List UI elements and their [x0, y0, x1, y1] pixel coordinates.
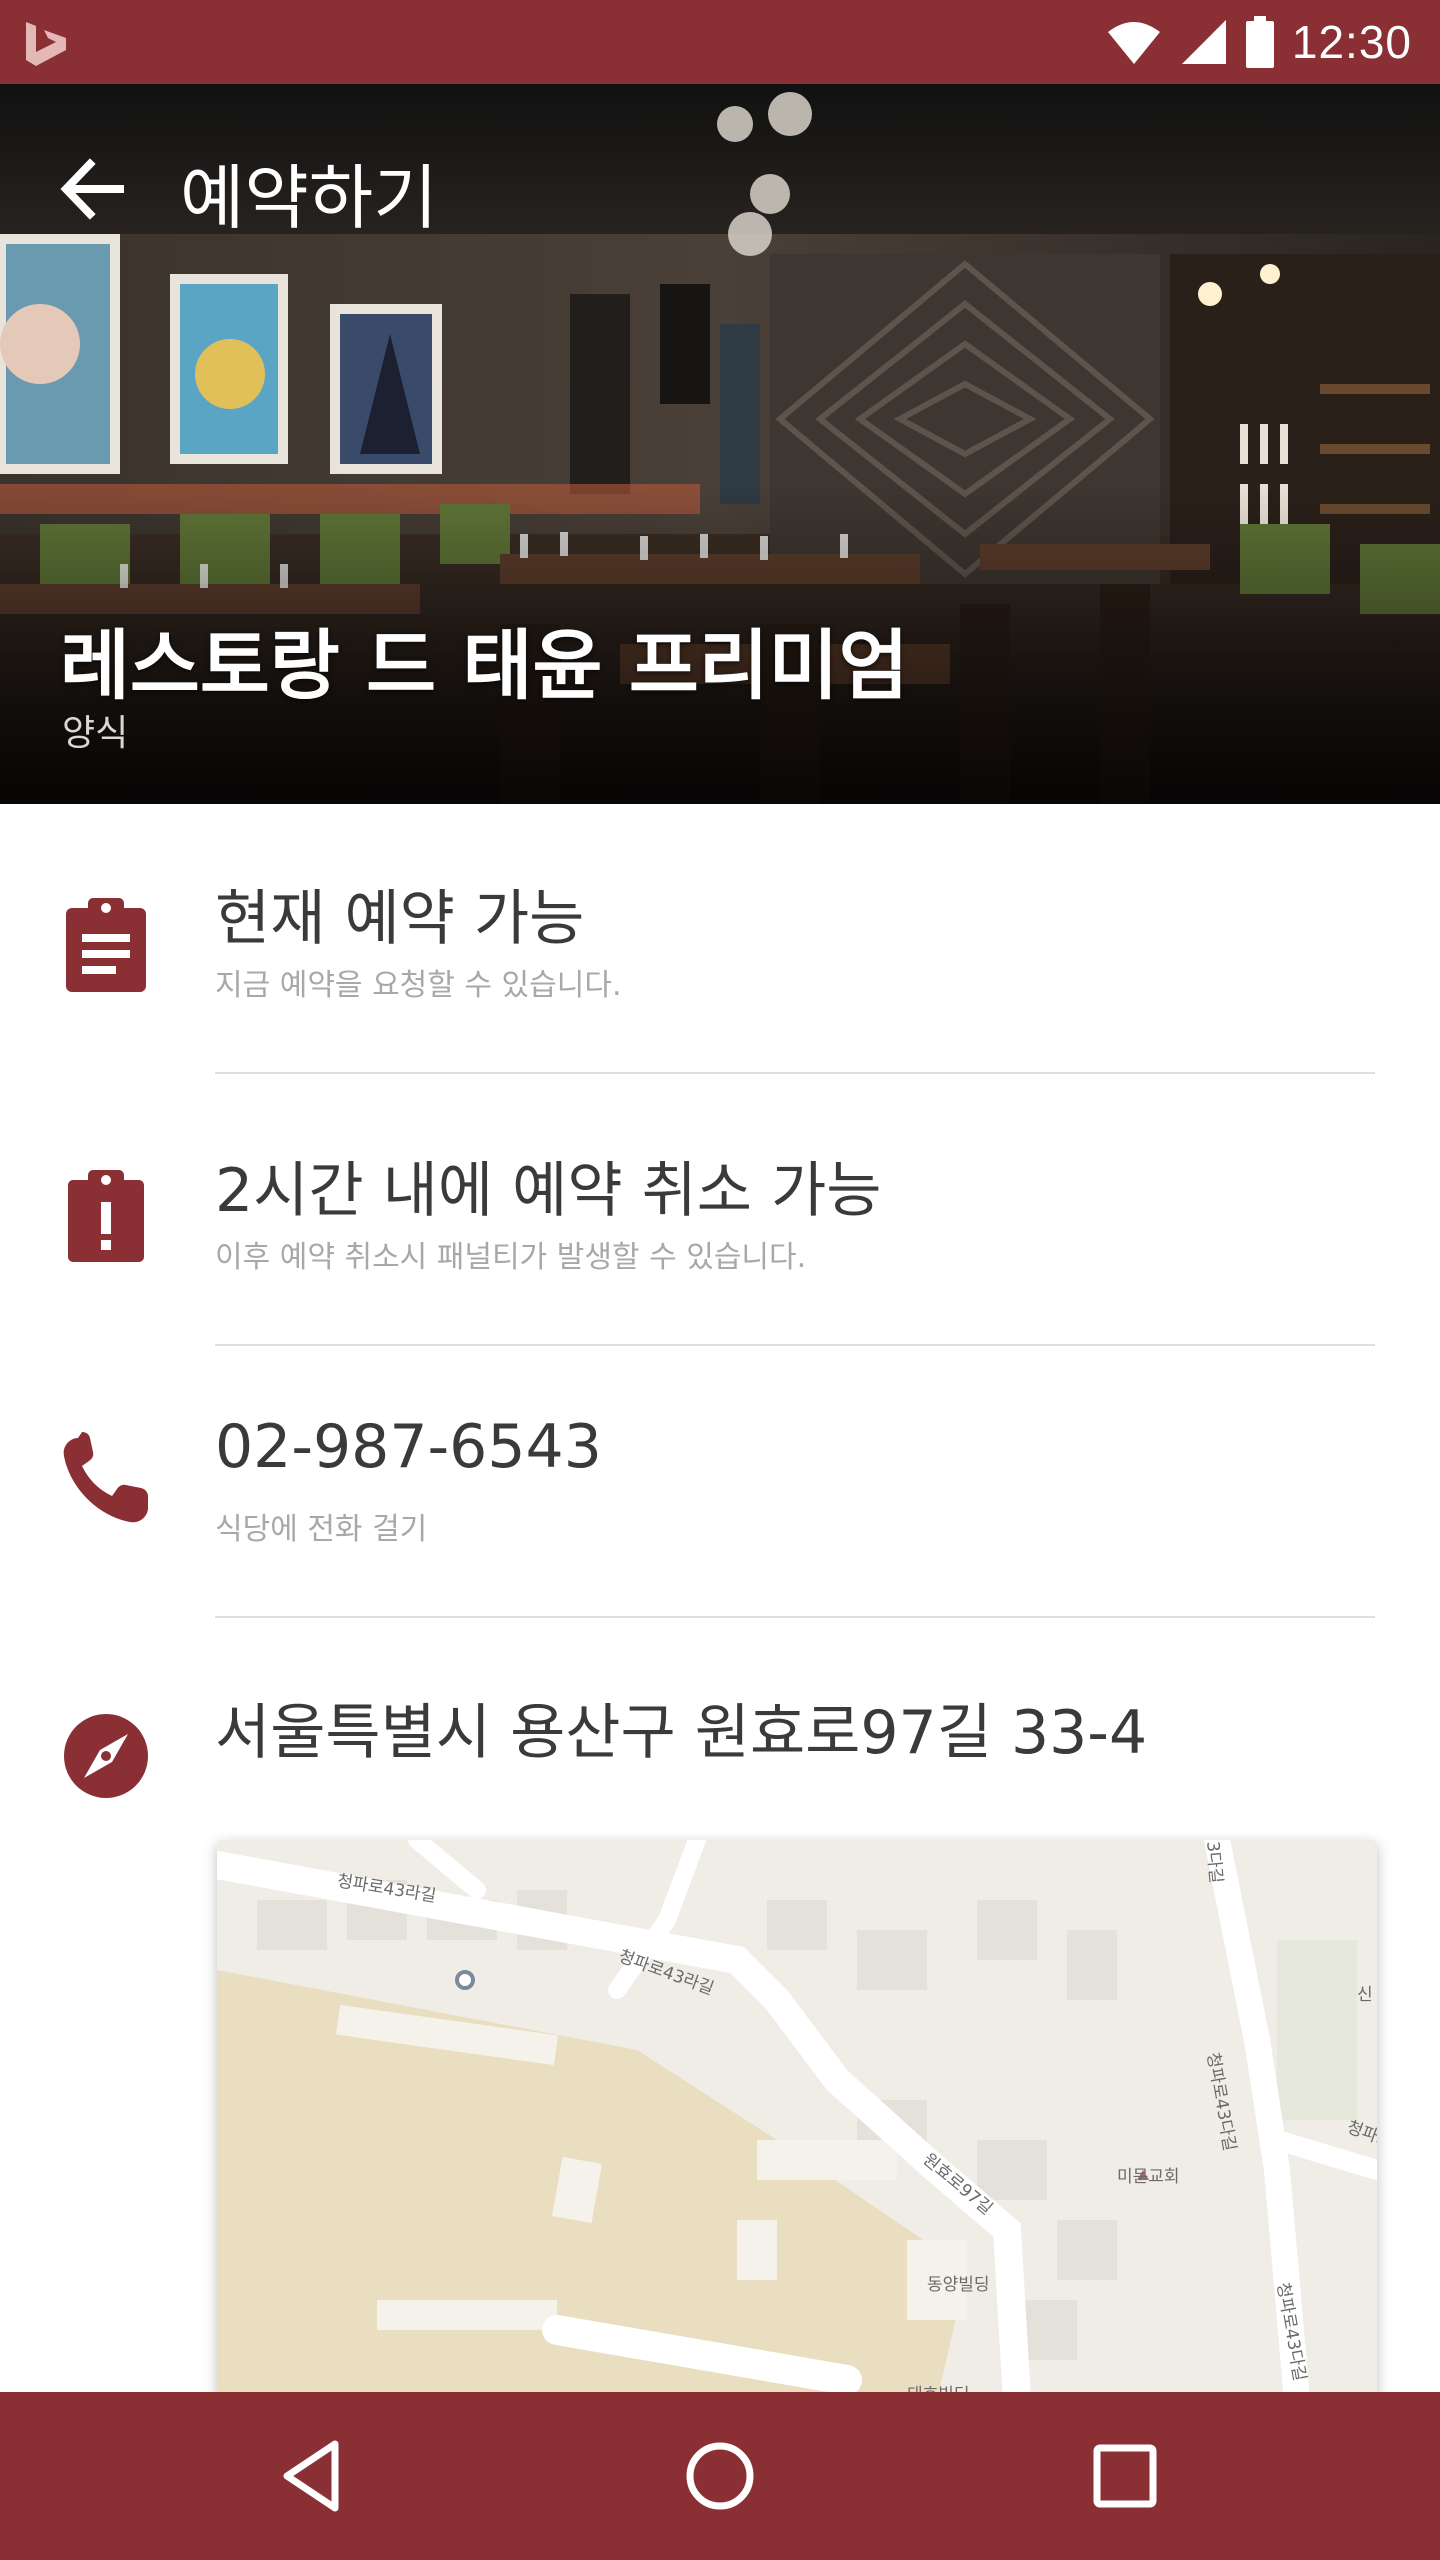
restaurant-hero: 예약하기 레스토랑 드 태윤 프리미엄 양식: [0, 84, 1440, 804]
clipboard-list-icon: [66, 898, 146, 992]
status-bar: 12:30: [0, 0, 1440, 84]
bing-logo-icon: [26, 22, 66, 66]
availability-subtitle: 지금 예약을 요청할 수 있습니다.: [215, 968, 622, 1003]
nav-home-icon[interactable]: [670, 2426, 770, 2526]
back-arrow-icon[interactable]: [50, 144, 140, 234]
reservation-availability-row: 현재 예약 가능 지금 예약을 요청할 수 있습니다.: [0, 804, 1440, 1074]
map-street-label: 3다길: [1202, 1840, 1226, 1885]
call-restaurant-label: 식당에 전화 걸기: [215, 1512, 428, 1547]
cancellation-policy-row: 2시간 내에 예약 취소 가능 이후 예약 취소시 패널티가 발생할 수 있습니…: [0, 1076, 1440, 1346]
clipboard-alert-icon: [68, 1170, 144, 1262]
restaurant-name: 레스토랑 드 태윤 프리미엄: [60, 621, 909, 710]
nav-recents-icon[interactable]: [1075, 2426, 1175, 2526]
map-place-label: 미문교회: [1117, 2167, 1180, 2187]
wifi-icon: [1107, 22, 1160, 64]
cell-signal-icon: [1181, 20, 1226, 64]
address-text: 서울특별시 용산구 원효로97길 33-4: [215, 1698, 1148, 1768]
system-nav-bar: [0, 2392, 1440, 2560]
phone-icon[interactable]: [56, 1430, 156, 1530]
page-title: 예약하기: [180, 157, 438, 239]
divider: [215, 1072, 1375, 1074]
divider: [215, 1344, 1375, 1346]
compass-icon: [64, 1714, 148, 1798]
availability-title: 현재 예약 가능: [215, 884, 585, 954]
map-place-label: 동양빌딩: [927, 2275, 990, 2295]
cancellation-title: 2시간 내에 예약 취소 가능: [215, 1156, 882, 1226]
map-place-label: 신: [1357, 1985, 1373, 2005]
battery-icon: [1245, 16, 1274, 68]
phone-row[interactable]: 02-987-6543 식당에 전화 걸기: [0, 1348, 1440, 1618]
map-tiles: [217, 1840, 1377, 2400]
divider: [215, 1616, 1375, 1618]
location-map[interactable]: 청파로43라길 청파로43라길 원효로97길 미문교회 동양빌딩 청파로43다길…: [217, 1840, 1377, 2400]
nav-back-icon[interactable]: [265, 2426, 365, 2526]
restaurant-category: 양식: [62, 713, 129, 754]
status-time: 12:30: [1291, 16, 1412, 68]
cancellation-subtitle: 이후 예약 취소시 패널티가 발생할 수 있습니다.: [215, 1240, 807, 1275]
phone-number[interactable]: 02-987-6543: [215, 1412, 602, 1482]
toolbar: 예약하기: [0, 84, 1440, 274]
